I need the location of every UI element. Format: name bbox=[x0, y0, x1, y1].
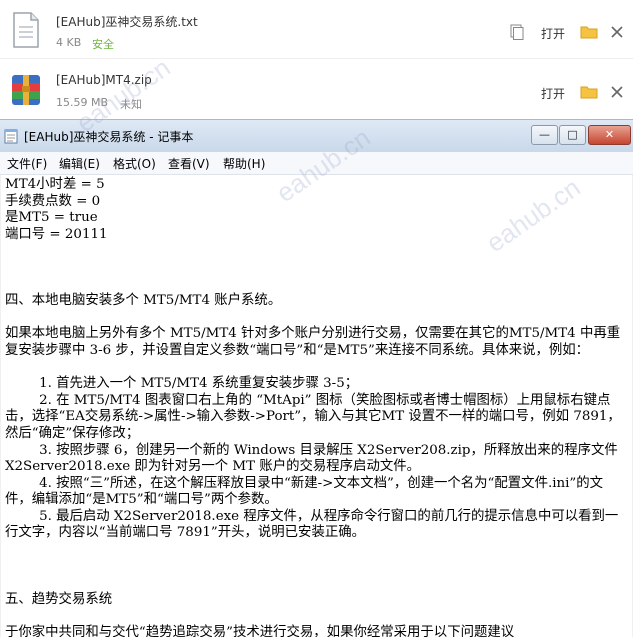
download-item[interactable]: [EAHub]巫神交易系统.txt 4 KB 安全 打开 bbox=[0, 0, 633, 59]
close-icon[interactable] bbox=[609, 84, 625, 100]
menu-file[interactable]: 文件(F) bbox=[7, 155, 47, 172]
close-window-button[interactable]: ✕ bbox=[588, 125, 631, 145]
window-title: [EAHub]巫神交易系统 - 记事本 bbox=[24, 130, 194, 144]
text-editor[interactable]: MT4小时差 = 5 手续费点数 = 0 是MT5 = true 端口号 = 2011… bbox=[1, 175, 632, 637]
document-text: MT4小时差 = 5 手续费点数 = 0 是MT5 = true 端口号 = 2011… bbox=[5, 177, 625, 637]
menu-bar: 文件(F) 编辑(E) 格式(O) 查看(V) 帮助(H) bbox=[0, 152, 633, 175]
winrar-archive-icon bbox=[12, 75, 40, 105]
download-filename[interactable]: [EAHub]MT4.zip bbox=[56, 73, 152, 87]
text-line: 1. 首先进入一个 MT5/MT4 系统重复安装步骤 3-5； bbox=[5, 376, 359, 392]
download-status: 安全 bbox=[92, 38, 114, 51]
text-line bbox=[5, 360, 625, 377]
text-line: 2. 在 MT5/MT4 图表窗口右上角的 “MtApi” 图标（笑脸图标或者博… bbox=[5, 392, 621, 441]
maximize-button[interactable]: □ bbox=[559, 125, 586, 145]
close-icon[interactable] bbox=[609, 24, 625, 40]
divider bbox=[0, 58, 633, 59]
text-line bbox=[5, 310, 625, 327]
text-line: 五、趋势交易系统 bbox=[5, 591, 113, 607]
text-line: 4. 按照“三”所述，在这个解压释放目录中“新建->文本文档”，创建一个名为“配… bbox=[5, 475, 604, 508]
text-line: 如果本地电脑上另外有多个 MT5/MT4 针对多个账户分别进行交易，仅需要在其它… bbox=[5, 326, 621, 358]
text-line: 手续费点数 = 0 bbox=[5, 193, 101, 209]
download-list: [EAHub]巫神交易系统.txt 4 KB 安全 打开 [EAHub]MT4.… bbox=[0, 0, 633, 118]
download-status: 未知 bbox=[120, 98, 142, 111]
download-filesize: 15.59 MB bbox=[56, 96, 109, 109]
menu-format[interactable]: 格式(O) bbox=[113, 155, 156, 172]
open-button[interactable]: 打开 bbox=[541, 25, 565, 42]
text-line: MT4小时差 = 5 bbox=[5, 177, 105, 192]
open-button[interactable]: 打开 bbox=[541, 85, 565, 102]
text-line: 3. 按照步骤 6，创建另一个新的 Windows 目录解压 X2Server2… bbox=[5, 442, 623, 475]
folder-icon[interactable] bbox=[580, 85, 598, 99]
menu-view[interactable]: 查看(V) bbox=[168, 155, 210, 172]
text-file-icon bbox=[13, 12, 39, 48]
download-filesize: 4 KB bbox=[56, 36, 82, 49]
text-line bbox=[5, 260, 625, 277]
notepad-icon bbox=[4, 129, 18, 144]
menu-help[interactable]: 帮助(H) bbox=[223, 155, 265, 172]
text-line: 是MT5 = true bbox=[5, 210, 98, 226]
folder-icon[interactable] bbox=[580, 25, 598, 39]
copy-icon[interactable] bbox=[510, 24, 524, 40]
text-line bbox=[5, 608, 625, 625]
text-line bbox=[5, 542, 625, 559]
title-bar[interactable]: [EAHub]巫神交易系统 - 记事本 — □ ✕ bbox=[0, 120, 633, 152]
menu-edit[interactable]: 编辑(E) bbox=[59, 155, 100, 172]
text-line bbox=[5, 575, 625, 592]
text-line: 四、本地电脑安装多个 MT5/MT4 账户系统。 bbox=[5, 293, 282, 309]
minimize-button[interactable]: — bbox=[531, 125, 558, 145]
download-filename[interactable]: [EAHub]巫神交易系统.txt bbox=[56, 13, 198, 30]
notepad-window: [EAHub]巫神交易系统 - 记事本 — □ ✕ 文件(F) 编辑(E) 格式… bbox=[0, 119, 633, 637]
download-item[interactable]: [EAHub]MT4.zip 15.59 MB 未知 打开 bbox=[0, 60, 633, 118]
text-line bbox=[5, 277, 625, 294]
text-line: 5. 最后启动 X2Server2018.exe 程序文件，从程序命令行窗口的前… bbox=[5, 508, 619, 541]
text-line: 于你家中共同和与交代“趋势追踪交易”技术进行交易，如果你经常采用于以下问题建议 bbox=[5, 625, 515, 637]
text-line: 端口号 = 20111 bbox=[5, 226, 108, 242]
text-line bbox=[5, 559, 625, 576]
text-line bbox=[5, 243, 625, 260]
